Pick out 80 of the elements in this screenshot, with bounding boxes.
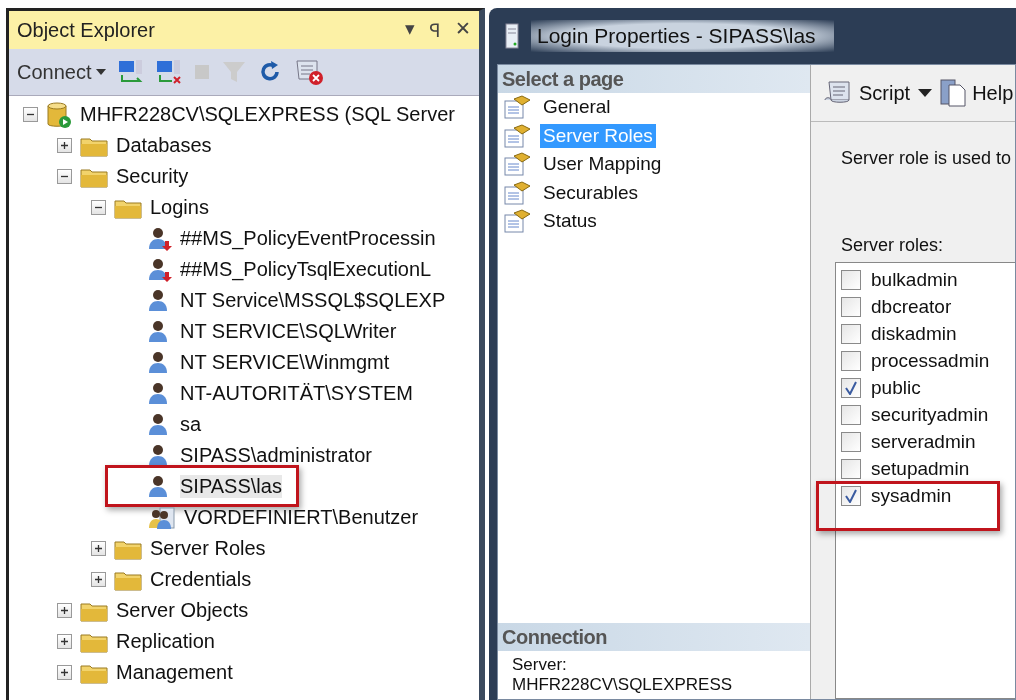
user-group-icon: [148, 505, 176, 530]
tree-item[interactable]: MHFR228CV\SQLEXPRESS (SQL Server: [80, 103, 455, 126]
section-header: Connection: [498, 623, 810, 651]
property-page-icon: [504, 123, 532, 148]
tree-item[interactable]: Replication: [116, 630, 215, 653]
panel-title: Object Explorer: [17, 18, 155, 42]
checkbox[interactable]: [841, 404, 861, 425]
tree-item[interactable]: NT SERVICE\SQLWriter: [180, 320, 397, 343]
role-label[interactable]: diskadmin: [871, 322, 957, 345]
tree-item[interactable]: SIPASS\las: [180, 475, 282, 498]
role-label[interactable]: sysadmin: [871, 484, 952, 507]
script-button[interactable]: Script: [823, 79, 911, 107]
checkbox[interactable]: [841, 485, 861, 506]
tree-item[interactable]: sa: [180, 413, 202, 436]
page-list-item[interactable]: Status: [540, 209, 600, 234]
page-list-item[interactable]: Securables: [540, 180, 642, 205]
script-stop-icon[interactable]: [293, 58, 324, 86]
checkbox[interactable]: [841, 431, 861, 452]
expand-icon[interactable]: [57, 634, 72, 649]
expand-icon[interactable]: [57, 603, 72, 618]
expand-icon[interactable]: [91, 572, 106, 587]
page-list-item[interactable]: General: [540, 95, 614, 120]
tree-item[interactable]: Credentials: [150, 568, 252, 591]
expand-icon[interactable]: [57, 138, 72, 153]
checkbox[interactable]: [841, 269, 861, 290]
tree-item[interactable]: VORDEFINIERT\Benutzer: [184, 506, 419, 529]
property-page-icon: [504, 209, 532, 234]
property-page-icon: [504, 152, 532, 177]
checkbox[interactable]: [841, 323, 861, 344]
tree-item[interactable]: Management: [116, 661, 233, 684]
role-label[interactable]: setupadmin: [871, 457, 970, 480]
role-label[interactable]: dbcreator: [871, 295, 952, 318]
expand-icon[interactable]: [57, 665, 72, 680]
role-label[interactable]: securityadmin: [871, 403, 989, 426]
server-tower-icon: [505, 23, 519, 49]
database-server-icon: [46, 100, 72, 129]
title-bar-button[interactable]: ꟼ: [429, 17, 441, 43]
role-label[interactable]: processadmin: [871, 349, 990, 372]
role-label[interactable]: bulkadmin: [871, 268, 958, 291]
caret-icon[interactable]: [95, 69, 106, 75]
checkbox[interactable]: [841, 350, 861, 371]
tree-item[interactable]: Server Objects: [116, 599, 249, 622]
user-disabled-icon: [148, 226, 172, 251]
dropdown-arrow-icon[interactable]: [918, 89, 933, 97]
tree-item[interactable]: ##MS_PolicyEventProcessin: [180, 227, 436, 250]
connect-button[interactable]: Connect: [17, 60, 106, 84]
tree-item[interactable]: Server Roles: [150, 537, 266, 560]
tree-item[interactable]: Databases: [116, 134, 212, 157]
user-disabled-icon: [148, 257, 172, 282]
checkbox[interactable]: [841, 296, 861, 317]
collapse-icon[interactable]: [57, 169, 72, 184]
collapse-icon[interactable]: [91, 200, 106, 215]
help-book-icon: [940, 79, 967, 107]
tree-item[interactable]: NT Service\MSSQL$SQLEXP: [180, 289, 446, 312]
description-text: Server role is used to: [841, 148, 1013, 169]
expand-icon[interactable]: [91, 541, 106, 556]
checkbox[interactable]: [841, 377, 861, 398]
checkbox[interactable]: [841, 458, 861, 479]
page-list-item[interactable]: User Mapping: [540, 152, 665, 177]
tree-item[interactable]: NT SERVICE\Winmgmt: [180, 351, 390, 374]
tree-item[interactable]: SIPASS\administrator: [180, 444, 372, 467]
role-label[interactable]: serveradmin: [871, 430, 976, 453]
window-title: Login Properties - SIPASS\las: [531, 20, 834, 52]
property-page-icon: [504, 95, 532, 120]
role-label[interactable]: public: [871, 376, 921, 399]
tree-item[interactable]: ##MS_PolicyTsqlExecutionL: [180, 258, 432, 281]
help-button[interactable]: Help: [940, 79, 1014, 107]
title-bar-button[interactable]: ✕: [455, 17, 471, 43]
tree-item[interactable]: Logins: [150, 196, 209, 219]
tree-item[interactable]: NT-AUTORITÄT\SYSTEM: [180, 382, 413, 405]
field-value: MHFR228CV\SQLEXPRESS: [512, 675, 734, 695]
field-label: Server:: [512, 655, 568, 675]
collapse-icon[interactable]: [23, 107, 38, 122]
list-label: Server roles:: [841, 235, 945, 256]
section-header: Select a page: [498, 65, 810, 93]
title-bar-button[interactable]: ▾: [405, 17, 415, 43]
property-page-icon: [504, 180, 532, 205]
connect-computer-icon[interactable]: [117, 59, 144, 85]
disconnect-computer-icon[interactable]: [155, 59, 182, 85]
tree-item[interactable]: Security: [116, 165, 189, 188]
